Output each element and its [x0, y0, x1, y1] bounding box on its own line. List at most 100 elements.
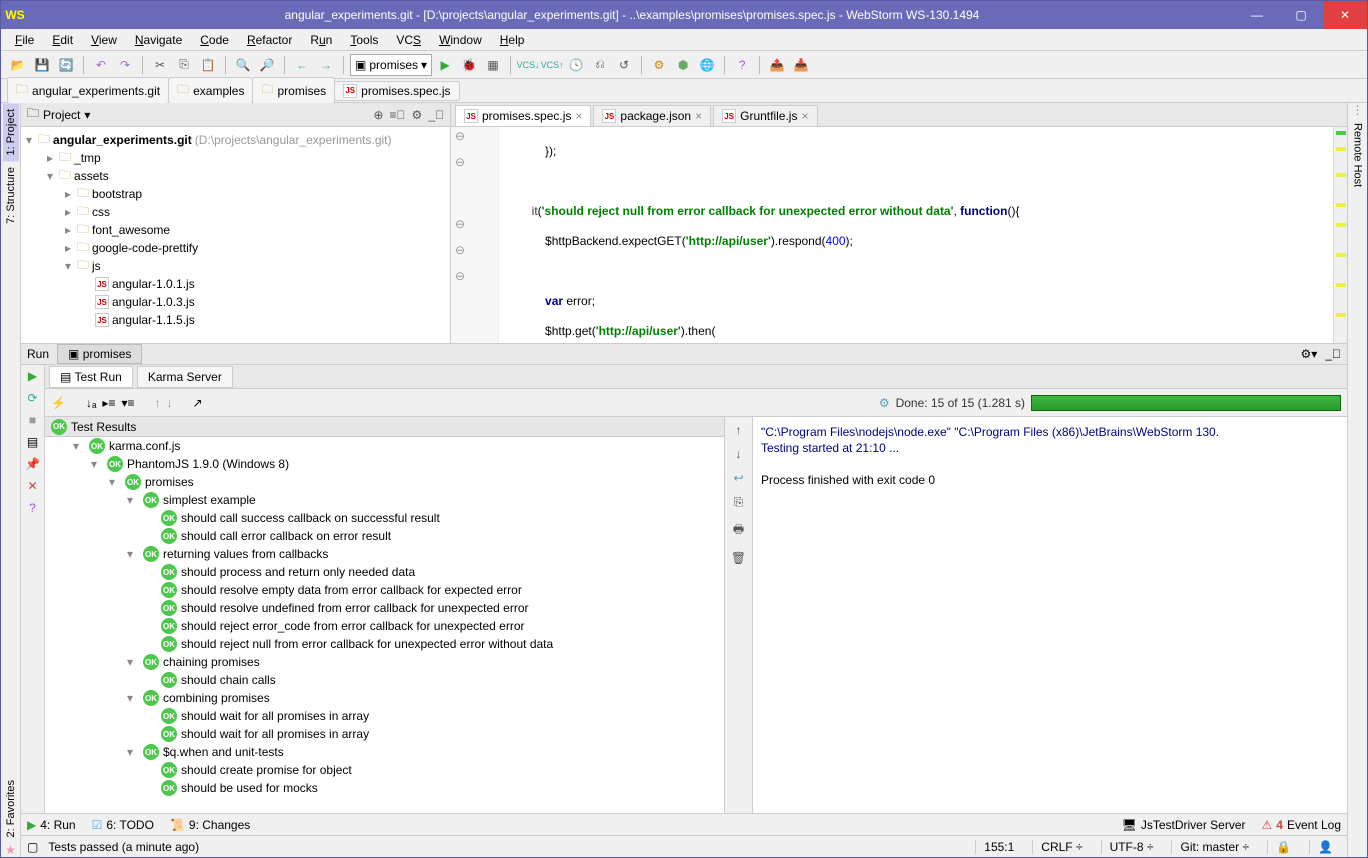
test-row[interactable]: OK should call error callback on error r… [45, 527, 724, 545]
minimize-button[interactable]: — [1235, 1, 1279, 29]
sort-icon[interactable]: ↓ₐ [86, 396, 96, 410]
close-tab-icon[interactable]: ✕ [27, 479, 37, 493]
stop-icon[interactable]: ■ [29, 413, 36, 427]
test-row[interactable]: ▾OK returning values from callbacks [45, 545, 724, 563]
test-row[interactable]: ▾OK combining promises [45, 689, 724, 707]
titlebar[interactable]: WS angular_experiments.git - [D:\project… [1, 1, 1367, 29]
test-row[interactable]: OK should reject error_code from error c… [45, 617, 724, 635]
deploy-up-icon[interactable]: 📤 [766, 54, 788, 76]
tab-karma-server[interactable]: Karma Server [137, 366, 233, 388]
test-row[interactable]: OK should resolve undefined from error c… [45, 599, 724, 617]
editor-body[interactable]: ⊖ ⊖ ⊖ ⊖ ⊖ }); it('should reject null fro… [451, 127, 1347, 343]
hide-passed-icon[interactable]: ⚡ [51, 396, 66, 410]
tool-changes[interactable]: 📜9: Changes [170, 818, 250, 832]
test-row[interactable]: ▾OK karma.conf.js [45, 437, 724, 455]
close-icon[interactable]: × [695, 109, 702, 123]
project-tree[interactable]: ▾🗀 angular_experiments.git (D:\projects\… [21, 127, 450, 343]
nodejs-icon[interactable]: ⬢ [672, 54, 694, 76]
tree-row[interactable]: ▸🗀 css [23, 203, 448, 221]
git-branch[interactable]: Git: master ÷ [1171, 840, 1257, 854]
tree-row[interactable]: ▸🗀 _tmp [23, 149, 448, 167]
vcs-update-icon[interactable]: VCS↓ [517, 54, 539, 76]
debug-icon[interactable]: 🐞 [458, 54, 480, 76]
help-icon[interactable]: ? [731, 54, 753, 76]
menu-vcs[interactable]: VCS [388, 31, 429, 49]
tool-todo[interactable]: ☑6: TODO [92, 818, 154, 832]
open-icon[interactable]: 📂 [7, 54, 29, 76]
caret-position[interactable]: 155:1 [975, 840, 1022, 854]
tree-row[interactable]: ▸🗀 google-code-prettify [23, 239, 448, 257]
breadcrumb[interactable]: 🗀angular_experiments.git [7, 77, 169, 104]
tool-jstestdriver[interactable]: 🖥JsTestDriver Server [1122, 818, 1246, 832]
tool-run[interactable]: ▶4: Run [27, 818, 76, 832]
test-row[interactable]: OK should be used for mocks [45, 779, 724, 797]
test-row[interactable]: ▾OK simplest example [45, 491, 724, 509]
prev-icon[interactable]: ↑ [154, 396, 160, 410]
close-icon[interactable]: × [801, 109, 808, 123]
menu-navigate[interactable]: Navigate [127, 31, 190, 49]
lock-icon[interactable]: 🔒 [1267, 840, 1299, 854]
menu-help[interactable]: Help [492, 31, 533, 49]
vcs-history-icon[interactable]: 🕓 [565, 54, 587, 76]
redo-icon[interactable]: ↷ [114, 54, 136, 76]
test-row[interactable]: ▾OK $q.when and unit-tests [45, 743, 724, 761]
inspector-icon[interactable]: 👤 [1309, 840, 1341, 854]
tree-row[interactable]: JS angular-1.1.5.js [23, 311, 448, 329]
tool-tab-remote-host[interactable]: Remote Host [1350, 117, 1366, 193]
console-output[interactable]: "C:\Program Files\nodejs\node.exe" "C:\P… [753, 417, 1347, 813]
error-stripe[interactable] [1333, 127, 1347, 343]
breadcrumb[interactable]: 🗀promises [252, 77, 335, 104]
encoding[interactable]: UTF-8 ÷ [1101, 840, 1162, 854]
collapse-icon[interactable]: ⊕ [373, 108, 383, 122]
gear-icon[interactable]: ⚙▾ [1301, 347, 1318, 361]
breadcrumb[interactable]: JSpromises.spec.js [334, 81, 459, 101]
scroll-to-icon[interactable]: ≡⃞ [390, 108, 406, 122]
fold-icon[interactable]: ⊖ [455, 269, 465, 283]
vcs-revert-icon[interactable]: ↺ [613, 54, 635, 76]
tree-row[interactable]: ▸🗀 bootstrap [23, 185, 448, 203]
sync-icon[interactable]: 🔄 [55, 54, 77, 76]
close-icon[interactable]: × [575, 109, 582, 123]
test-row[interactable]: OK should wait for all promises in array [45, 707, 724, 725]
test-row[interactable]: ▾OK chaining promises [45, 653, 724, 671]
test-row[interactable]: OK should reject null from error callbac… [45, 635, 724, 653]
menu-run[interactable]: Run [302, 31, 340, 49]
line-ending[interactable]: CRLF ÷ [1032, 840, 1090, 854]
tree-row[interactable]: ▸🗀 font_awesome [23, 221, 448, 239]
menu-window[interactable]: Window [431, 31, 490, 49]
tool-tab-structure[interactable]: 7: Structure [3, 161, 19, 230]
breadcrumb[interactable]: 🗀examples [168, 77, 253, 104]
layout-icon[interactable]: ▤ [27, 435, 38, 449]
gear-icon[interactable]: ⚙ [879, 396, 890, 410]
menu-code[interactable]: Code [192, 31, 237, 49]
tool-eventlog[interactable]: ⚠4 Event Log [1262, 818, 1342, 832]
editor-tab[interactable]: JSpackage.json× [593, 105, 711, 126]
menu-tools[interactable]: Tools [342, 31, 386, 49]
tree-row[interactable]: ▾🗀 angular_experiments.git (D:\projects\… [23, 131, 448, 149]
scroll-icon[interactable]: ⎘ [734, 495, 744, 510]
menu-refactor[interactable]: Refactor [239, 31, 300, 49]
gear-icon[interactable]: ⚙ [412, 108, 423, 122]
test-row[interactable]: OK should process and return only needed… [45, 563, 724, 581]
find-icon[interactable]: 🔍 [232, 54, 254, 76]
back-icon[interactable]: ← [291, 54, 313, 76]
tree-row[interactable]: ▾🗀 js [23, 257, 448, 275]
test-row[interactable]: OK should chain calls [45, 671, 724, 689]
coverage-icon[interactable]: ▦ [482, 54, 504, 76]
tree-row[interactable]: JS angular-1.0.3.js [23, 293, 448, 311]
test-tree[interactable]: OK Test Results▾OK karma.conf.js▾OK Phan… [45, 417, 725, 813]
tool-tab-favorites[interactable]: 2: Favorites [3, 774, 19, 843]
run-config-tab[interactable]: ▣ promises [57, 344, 142, 364]
run-config-dropdown[interactable]: ▣ promises ▾ [350, 54, 432, 76]
tool-tab-project[interactable]: 1: Project [3, 103, 19, 161]
menu-file[interactable]: File [7, 31, 42, 49]
test-row[interactable]: OK should create promise for object [45, 761, 724, 779]
vcs-diff-icon[interactable]: ⎌ [589, 54, 611, 76]
forward-icon[interactable]: → [315, 54, 337, 76]
up-icon[interactable]: ↑ [736, 423, 742, 437]
maximize-button[interactable]: ▢ [1279, 1, 1323, 29]
tree-row[interactable]: JS angular-1.0.1.js [23, 275, 448, 293]
fold-icon[interactable]: ⊖ [455, 155, 465, 169]
deploy-down-icon[interactable]: 📥 [790, 54, 812, 76]
menu-edit[interactable]: Edit [44, 31, 81, 49]
